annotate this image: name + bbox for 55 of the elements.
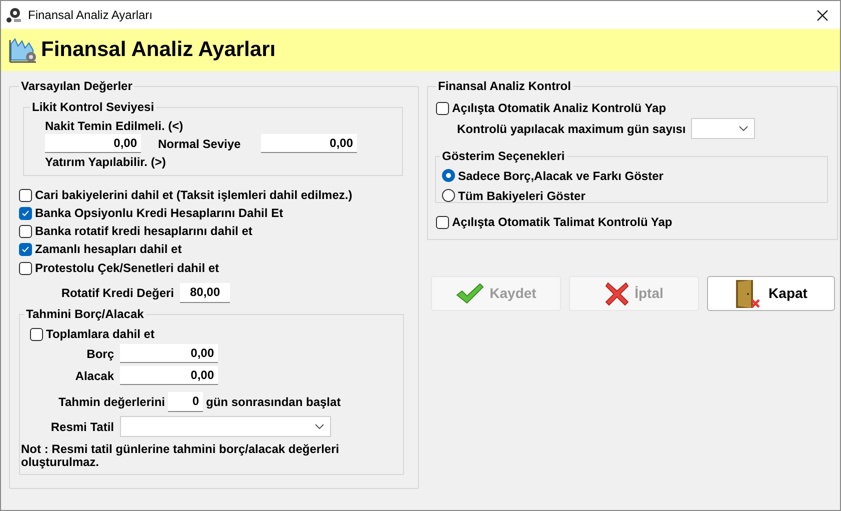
checkmark-icon xyxy=(21,244,30,254)
input-field[interactable]: 0 xyxy=(168,392,203,412)
group-title: Varsayılan Değerler xyxy=(20,78,134,95)
checkbox-label: Açılışta Otomatik Talimat Kontrolü Yap xyxy=(452,214,672,231)
field-label: Resmi Tatil xyxy=(50,418,115,436)
group-title: Finansal Analiz Kontrol xyxy=(437,78,572,95)
field-label: gün sonrasından başlat xyxy=(206,394,341,411)
checkbox[interactable] xyxy=(436,216,449,228)
checkbox-label: Toplamlara dahil et xyxy=(46,326,154,343)
action-button[interactable]: Kapat xyxy=(707,276,835,311)
door-icon xyxy=(734,278,761,308)
checkbox[interactable] xyxy=(19,224,32,238)
checkbox[interactable] xyxy=(30,328,43,340)
app-icon xyxy=(6,7,22,23)
group-title: Gösterim Seçenekleri xyxy=(441,148,566,165)
checkbox-label: Protestolu Çek/Senetleri dahil et xyxy=(35,260,220,277)
input-field[interactable]: 0,00 xyxy=(261,134,357,153)
close-icon xyxy=(816,10,828,20)
window-title: Finansal Analiz Ayarları xyxy=(28,7,153,24)
field-label: Yatırım Yapılabilir. (>) xyxy=(45,155,167,169)
checkbox[interactable] xyxy=(19,188,32,202)
note-text: Not : Resmi tatil günlerine tahmini borç/alacak değerleri oluşturulmaz. xyxy=(21,443,340,469)
checkbox-label: Cari bakiyelerini dahil et (Taksit işlemleri dahil edilmez.) xyxy=(35,187,352,204)
header-title: Finansal Analiz Ayarları xyxy=(41,37,276,64)
input-field[interactable]: 0,00 xyxy=(120,344,218,363)
checkbox[interactable] xyxy=(19,262,32,274)
field-label: Kontrolü yapılacak maximum gün sayısı xyxy=(457,120,687,138)
checkbox-label: Banka Opsiyonlu Kredi Hesaplarını Dahil Et xyxy=(35,205,284,222)
checkbox-label: Banka rotatif kredi hesaplarını dahil et xyxy=(35,223,252,240)
checkbox[interactable] xyxy=(436,102,449,114)
checkbox[interactable] xyxy=(19,206,32,220)
field-label: Nakit Temin Edilmeli. (<) xyxy=(45,119,184,133)
group-title: Likit Kontrol Seviyesi xyxy=(31,99,156,116)
input-field[interactable]: 0,00 xyxy=(45,134,141,153)
group-title: Tahmini Borç/Alacak xyxy=(25,306,145,323)
radio-label: Sadece Borç,Alacak ve Farkı Göster xyxy=(458,168,664,184)
cross-icon xyxy=(604,282,629,306)
field-label: Alacak xyxy=(74,368,115,384)
chevron-down-icon xyxy=(315,424,324,429)
field-label: Tahmin değerlerini xyxy=(58,394,166,411)
chevron-down-icon xyxy=(739,126,748,131)
radio-button[interactable] xyxy=(442,169,455,182)
checkbox-label: Açılışta Otomatik Analiz Kontrolü Yap xyxy=(452,100,666,117)
radio-label: Tüm Bakiyeleri Göster xyxy=(458,188,586,204)
field-label: Borç xyxy=(86,346,115,362)
checkbox-label: Zamanlı hesapları dahil et xyxy=(35,241,182,258)
input-field[interactable]: 0,00 xyxy=(120,366,218,385)
chart-gear-icon xyxy=(8,36,38,64)
checkbox[interactable] xyxy=(19,242,32,256)
checkmark-icon xyxy=(21,208,30,218)
radio-button[interactable] xyxy=(442,189,455,202)
field-label: Rotatif Kredi Değeri xyxy=(60,285,175,302)
checkmark-icon xyxy=(456,282,484,304)
input-field[interactable]: 80,00 xyxy=(180,283,230,303)
field-label: Normal Seviye xyxy=(158,136,242,152)
